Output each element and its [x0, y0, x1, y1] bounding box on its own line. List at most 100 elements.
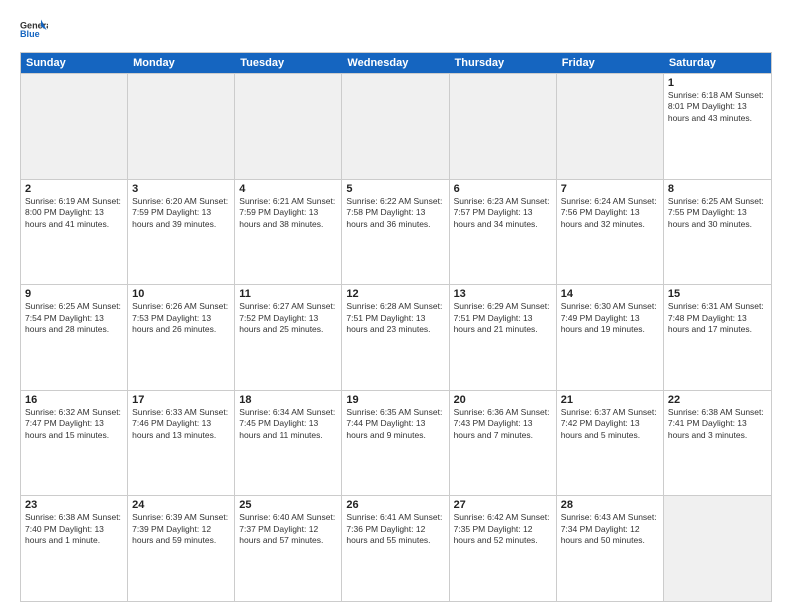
day-number: 23 — [25, 499, 123, 511]
calendar-cell: 14Sunrise: 6:30 AM Sunset: 7:49 PM Dayli… — [557, 285, 664, 390]
calendar-cell: 28Sunrise: 6:43 AM Sunset: 7:34 PM Dayli… — [557, 496, 664, 601]
svg-text:Blue: Blue — [20, 29, 40, 39]
day-number: 26 — [346, 499, 444, 511]
calendar-cell — [557, 74, 664, 179]
day-number: 8 — [668, 183, 767, 195]
day-number: 3 — [132, 183, 230, 195]
day-info: Sunrise: 6:32 AM Sunset: 7:47 PM Dayligh… — [25, 407, 123, 441]
day-number: 2 — [25, 183, 123, 195]
calendar-cell — [128, 74, 235, 179]
calendar-cell — [21, 74, 128, 179]
calendar-cell: 3Sunrise: 6:20 AM Sunset: 7:59 PM Daylig… — [128, 180, 235, 285]
calendar-cell: 6Sunrise: 6:23 AM Sunset: 7:57 PM Daylig… — [450, 180, 557, 285]
calendar-cell: 5Sunrise: 6:22 AM Sunset: 7:58 PM Daylig… — [342, 180, 449, 285]
day-info: Sunrise: 6:34 AM Sunset: 7:45 PM Dayligh… — [239, 407, 337, 441]
day-info: Sunrise: 6:30 AM Sunset: 7:49 PM Dayligh… — [561, 301, 659, 335]
day-number: 18 — [239, 394, 337, 406]
calendar-cell: 4Sunrise: 6:21 AM Sunset: 7:59 PM Daylig… — [235, 180, 342, 285]
day-number: 12 — [346, 288, 444, 300]
day-info: Sunrise: 6:40 AM Sunset: 7:37 PM Dayligh… — [239, 512, 337, 546]
calendar-cell: 2Sunrise: 6:19 AM Sunset: 8:00 PM Daylig… — [21, 180, 128, 285]
day-info: Sunrise: 6:18 AM Sunset: 8:01 PM Dayligh… — [668, 90, 767, 124]
day-number: 1 — [668, 77, 767, 89]
day-number: 21 — [561, 394, 659, 406]
day-number: 27 — [454, 499, 552, 511]
day-info: Sunrise: 6:21 AM Sunset: 7:59 PM Dayligh… — [239, 196, 337, 230]
day-number: 22 — [668, 394, 767, 406]
day-info: Sunrise: 6:26 AM Sunset: 7:53 PM Dayligh… — [132, 301, 230, 335]
calendar-cell: 20Sunrise: 6:36 AM Sunset: 7:43 PM Dayli… — [450, 391, 557, 496]
day-number: 19 — [346, 394, 444, 406]
day-number: 28 — [561, 499, 659, 511]
logo: General Blue — [20, 16, 50, 44]
day-number: 14 — [561, 288, 659, 300]
calendar-cell: 17Sunrise: 6:33 AM Sunset: 7:46 PM Dayli… — [128, 391, 235, 496]
calendar-header: SundayMondayTuesdayWednesdayThursdayFrid… — [21, 53, 771, 73]
calendar-cell: 25Sunrise: 6:40 AM Sunset: 7:37 PM Dayli… — [235, 496, 342, 601]
day-info: Sunrise: 6:19 AM Sunset: 8:00 PM Dayligh… — [25, 196, 123, 230]
day-number: 24 — [132, 499, 230, 511]
calendar-cell: 27Sunrise: 6:42 AM Sunset: 7:35 PM Dayli… — [450, 496, 557, 601]
day-info: Sunrise: 6:43 AM Sunset: 7:34 PM Dayligh… — [561, 512, 659, 546]
day-number: 20 — [454, 394, 552, 406]
calendar-cell — [235, 74, 342, 179]
calendar-cell — [342, 74, 449, 179]
calendar-cell: 24Sunrise: 6:39 AM Sunset: 7:39 PM Dayli… — [128, 496, 235, 601]
header-day-monday: Monday — [128, 53, 235, 73]
page: General Blue SundayMondayTuesdayWednesda… — [0, 0, 792, 612]
day-number: 9 — [25, 288, 123, 300]
calendar-cell: 18Sunrise: 6:34 AM Sunset: 7:45 PM Dayli… — [235, 391, 342, 496]
day-info: Sunrise: 6:41 AM Sunset: 7:36 PM Dayligh… — [346, 512, 444, 546]
header-day-saturday: Saturday — [664, 53, 771, 73]
header-day-thursday: Thursday — [450, 53, 557, 73]
day-number: 6 — [454, 183, 552, 195]
calendar-cell: 19Sunrise: 6:35 AM Sunset: 7:44 PM Dayli… — [342, 391, 449, 496]
day-info: Sunrise: 6:27 AM Sunset: 7:52 PM Dayligh… — [239, 301, 337, 335]
day-info: Sunrise: 6:36 AM Sunset: 7:43 PM Dayligh… — [454, 407, 552, 441]
calendar-cell: 1Sunrise: 6:18 AM Sunset: 8:01 PM Daylig… — [664, 74, 771, 179]
day-info: Sunrise: 6:24 AM Sunset: 7:56 PM Dayligh… — [561, 196, 659, 230]
calendar-body: 1Sunrise: 6:18 AM Sunset: 8:01 PM Daylig… — [21, 73, 771, 601]
calendar-cell: 26Sunrise: 6:41 AM Sunset: 7:36 PM Dayli… — [342, 496, 449, 601]
calendar-cell: 22Sunrise: 6:38 AM Sunset: 7:41 PM Dayli… — [664, 391, 771, 496]
day-info: Sunrise: 6:31 AM Sunset: 7:48 PM Dayligh… — [668, 301, 767, 335]
day-info: Sunrise: 6:28 AM Sunset: 7:51 PM Dayligh… — [346, 301, 444, 335]
day-info: Sunrise: 6:23 AM Sunset: 7:57 PM Dayligh… — [454, 196, 552, 230]
day-number: 7 — [561, 183, 659, 195]
day-info: Sunrise: 6:38 AM Sunset: 7:40 PM Dayligh… — [25, 512, 123, 546]
day-info: Sunrise: 6:37 AM Sunset: 7:42 PM Dayligh… — [561, 407, 659, 441]
day-info: Sunrise: 6:39 AM Sunset: 7:39 PM Dayligh… — [132, 512, 230, 546]
calendar: SundayMondayTuesdayWednesdayThursdayFrid… — [20, 52, 772, 602]
calendar-cell: 13Sunrise: 6:29 AM Sunset: 7:51 PM Dayli… — [450, 285, 557, 390]
header-day-tuesday: Tuesday — [235, 53, 342, 73]
day-number: 4 — [239, 183, 337, 195]
calendar-cell: 7Sunrise: 6:24 AM Sunset: 7:56 PM Daylig… — [557, 180, 664, 285]
calendar-cell: 11Sunrise: 6:27 AM Sunset: 7:52 PM Dayli… — [235, 285, 342, 390]
calendar-cell: 23Sunrise: 6:38 AM Sunset: 7:40 PM Dayli… — [21, 496, 128, 601]
day-number: 13 — [454, 288, 552, 300]
day-info: Sunrise: 6:33 AM Sunset: 7:46 PM Dayligh… — [132, 407, 230, 441]
header-day-friday: Friday — [557, 53, 664, 73]
calendar-cell: 9Sunrise: 6:25 AM Sunset: 7:54 PM Daylig… — [21, 285, 128, 390]
calendar-cell — [664, 496, 771, 601]
day-info: Sunrise: 6:25 AM Sunset: 7:54 PM Dayligh… — [25, 301, 123, 335]
day-info: Sunrise: 6:22 AM Sunset: 7:58 PM Dayligh… — [346, 196, 444, 230]
calendar-cell: 10Sunrise: 6:26 AM Sunset: 7:53 PM Dayli… — [128, 285, 235, 390]
day-number: 25 — [239, 499, 337, 511]
day-info: Sunrise: 6:38 AM Sunset: 7:41 PM Dayligh… — [668, 407, 767, 441]
day-info: Sunrise: 6:20 AM Sunset: 7:59 PM Dayligh… — [132, 196, 230, 230]
calendar-cell: 21Sunrise: 6:37 AM Sunset: 7:42 PM Dayli… — [557, 391, 664, 496]
calendar-cell: 12Sunrise: 6:28 AM Sunset: 7:51 PM Dayli… — [342, 285, 449, 390]
calendar-cell: 16Sunrise: 6:32 AM Sunset: 7:47 PM Dayli… — [21, 391, 128, 496]
calendar-cell: 8Sunrise: 6:25 AM Sunset: 7:55 PM Daylig… — [664, 180, 771, 285]
day-number: 11 — [239, 288, 337, 300]
day-number: 15 — [668, 288, 767, 300]
day-info: Sunrise: 6:25 AM Sunset: 7:55 PM Dayligh… — [668, 196, 767, 230]
day-number: 17 — [132, 394, 230, 406]
week-row-1: 2Sunrise: 6:19 AM Sunset: 8:00 PM Daylig… — [21, 179, 771, 285]
day-info: Sunrise: 6:35 AM Sunset: 7:44 PM Dayligh… — [346, 407, 444, 441]
header-day-wednesday: Wednesday — [342, 53, 449, 73]
week-row-0: 1Sunrise: 6:18 AM Sunset: 8:01 PM Daylig… — [21, 73, 771, 179]
day-number: 16 — [25, 394, 123, 406]
day-number: 10 — [132, 288, 230, 300]
